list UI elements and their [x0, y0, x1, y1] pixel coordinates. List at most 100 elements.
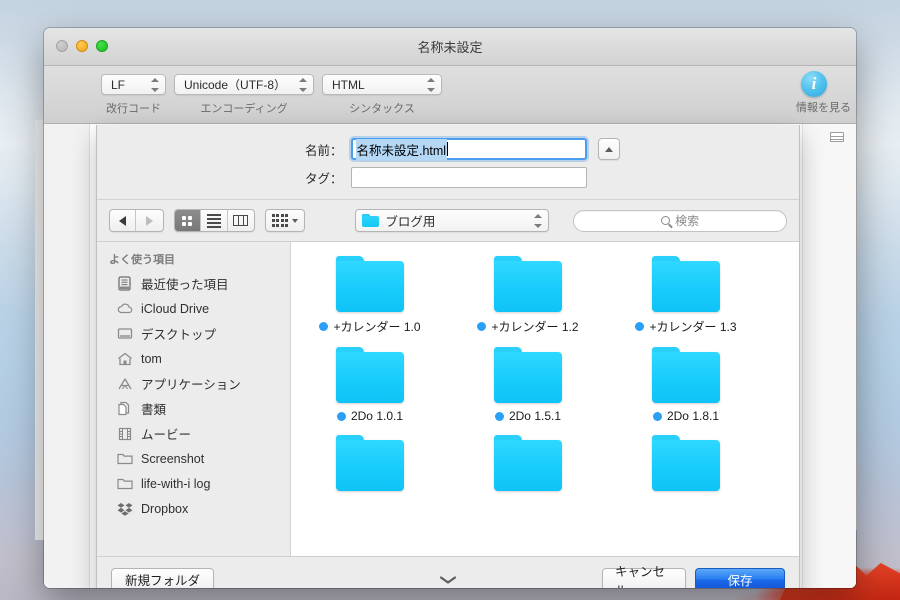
sidebar-item-movies[interactable]: ムービー [97, 421, 290, 446]
file-row: 2Do 1.0.1 2Do 1.5.1 2Do 1.8.1 [291, 347, 799, 435]
name-field-row: 名前： 名称未設定.html [97, 138, 799, 160]
search-placeholder: 検索 [675, 214, 700, 228]
folder-icon [493, 256, 563, 312]
filename-input[interactable]: 名称未設定.html [350, 138, 587, 160]
tags-input[interactable] [350, 167, 587, 188]
sidebar-item-label: Screenshot [141, 451, 205, 466]
file-browser: よく使う項目 最近使った項目 iCloud Drive デスクトップ tom ア… [97, 242, 799, 556]
dropbox-icon [116, 501, 133, 517]
file-item[interactable]: 2Do 1.8.1 [607, 347, 765, 423]
home-icon [116, 351, 133, 367]
file-name: +カレンダー 1.3 [649, 320, 737, 334]
file-name: 2Do 1.0.1 [350, 409, 404, 423]
filename-value: 名称未設定.html [355, 138, 448, 160]
file-item[interactable] [291, 435, 449, 491]
tag-dot-icon [494, 411, 504, 421]
sidebar-item-recents[interactable]: 最近使った項目 [97, 271, 290, 296]
sidebar-item-applications[interactable]: アプリケーション [97, 371, 290, 396]
newline-code-value: LF [111, 77, 126, 92]
sidebar-item-label: ムービー [141, 428, 192, 442]
sidebar-item-label: Dropbox [141, 501, 189, 516]
arrange-by-button[interactable] [264, 209, 306, 232]
file-item[interactable]: 2Do 1.5.1 [449, 347, 607, 423]
document-window: 名称未設定 LF Unicode（UTF-8） HTML 改行コード エンコーデ… [44, 28, 856, 588]
encoding-label: エンコーディング [200, 103, 288, 115]
desktop-icon [116, 326, 133, 342]
cancel-button[interactable]: キャンセル [602, 565, 686, 588]
encoding-value: Unicode（UTF-8） [184, 78, 287, 92]
folder-icon [651, 347, 721, 403]
sidebar-item-home[interactable]: tom [97, 346, 290, 371]
sidebar-item-label: life-with-i log [141, 476, 211, 491]
chevron-right-icon [146, 215, 154, 226]
file-label: +カレンダー 1.0 [319, 318, 421, 335]
chevron-up-icon[interactable] [597, 138, 620, 160]
sidebar-item-label: tom [141, 351, 162, 366]
file-item[interactable]: 2Do 1.0.1 [291, 347, 449, 423]
sidebar-item-documents[interactable]: 書類 [97, 396, 290, 421]
newline-code-popup[interactable]: LF [101, 74, 166, 95]
syntax-value: HTML [332, 77, 365, 92]
chevron-updown-icon [426, 77, 435, 92]
sidebar-item-life-with-i-log[interactable]: life-with-i log [97, 471, 290, 496]
encoding-popup[interactable]: Unicode（UTF-8） [174, 74, 314, 95]
file-name: 2Do 1.8.1 [666, 409, 720, 423]
file-grid[interactable]: +カレンダー 1.0 +カレンダー 1.2 +カレンダー 1.3 2Do 1.0… [291, 242, 799, 556]
sidebar-item-label: 書類 [141, 403, 167, 417]
file-row: +カレンダー 1.0 +カレンダー 1.2 +カレンダー 1.3 [291, 256, 799, 347]
search-input[interactable]: 検索 [573, 209, 787, 232]
file-item[interactable]: +カレンダー 1.0 [291, 256, 449, 335]
text-caret [447, 142, 449, 156]
chevron-updown-icon [533, 213, 542, 228]
location-popup[interactable]: ブログ用 [355, 209, 550, 232]
icon-view-button[interactable] [174, 210, 202, 231]
location-value: ブログ用 [385, 215, 436, 229]
tag-field-row: タグ： [97, 167, 799, 188]
file-label: 2Do 1.0.1 [336, 409, 404, 423]
recents-icon [116, 276, 133, 292]
column-view-button[interactable] [228, 210, 254, 231]
tag-dot-icon [635, 322, 645, 331]
folder-icon [335, 435, 405, 491]
line-number-gutter [44, 124, 90, 588]
chevron-left-icon [119, 215, 127, 226]
file-item[interactable]: +カレンダー 1.3 [607, 256, 765, 335]
save-button[interactable]: 保存 [695, 568, 785, 588]
search-icon [661, 216, 671, 225]
sidebar-item-screenshot[interactable]: Screenshot [97, 446, 290, 471]
movies-icon [116, 426, 133, 442]
folder-icon [493, 347, 563, 403]
tag-dot-icon [652, 411, 662, 421]
browser-toolbar: ブログ用 検索 [97, 200, 799, 242]
file-label: +カレンダー 1.2 [477, 318, 579, 335]
file-item[interactable] [449, 435, 607, 491]
sidebar-item-dropbox[interactable]: Dropbox [97, 496, 290, 521]
syntax-popup[interactable]: HTML [322, 74, 442, 95]
save-dialog-sheet: 名前： 名称未設定.html タグ： ブログ用 検索 よく使う項目 最近使った項… [96, 125, 800, 588]
arrange-icon [271, 214, 289, 227]
file-name: 2Do 1.5.1 [508, 409, 562, 423]
list-view-button[interactable] [201, 210, 228, 231]
grid-icon [182, 215, 193, 226]
back-button[interactable] [110, 210, 137, 231]
list-icon [206, 213, 221, 228]
sidebar-item-icloud-drive[interactable]: iCloud Drive [97, 296, 290, 321]
new-folder-button[interactable]: 新規フォルダ [111, 568, 214, 588]
name-field-label: 名前： [304, 143, 343, 158]
show-info-button[interactable]: i 情報を見る [796, 71, 851, 115]
sidebar-item-desktop[interactable]: デスクトップ [97, 321, 290, 346]
sidebar-item-label: iCloud Drive [141, 301, 210, 316]
cloud-icon [116, 301, 133, 317]
documents-icon [116, 401, 133, 417]
sidebar-item-label: 最近使った項目 [141, 278, 229, 292]
file-label: +カレンダー 1.3 [635, 318, 737, 335]
folder-icon [335, 256, 405, 312]
forward-button[interactable] [136, 210, 162, 231]
file-item[interactable]: +カレンダー 1.2 [449, 256, 607, 335]
columns-icon [233, 215, 249, 226]
tag-field-label: タグ： [304, 172, 343, 186]
file-name: +カレンダー 1.0 [333, 320, 421, 334]
back-forward-segment [109, 209, 164, 232]
chevron-down-icon[interactable] [439, 575, 457, 585]
file-item[interactable] [607, 435, 765, 491]
